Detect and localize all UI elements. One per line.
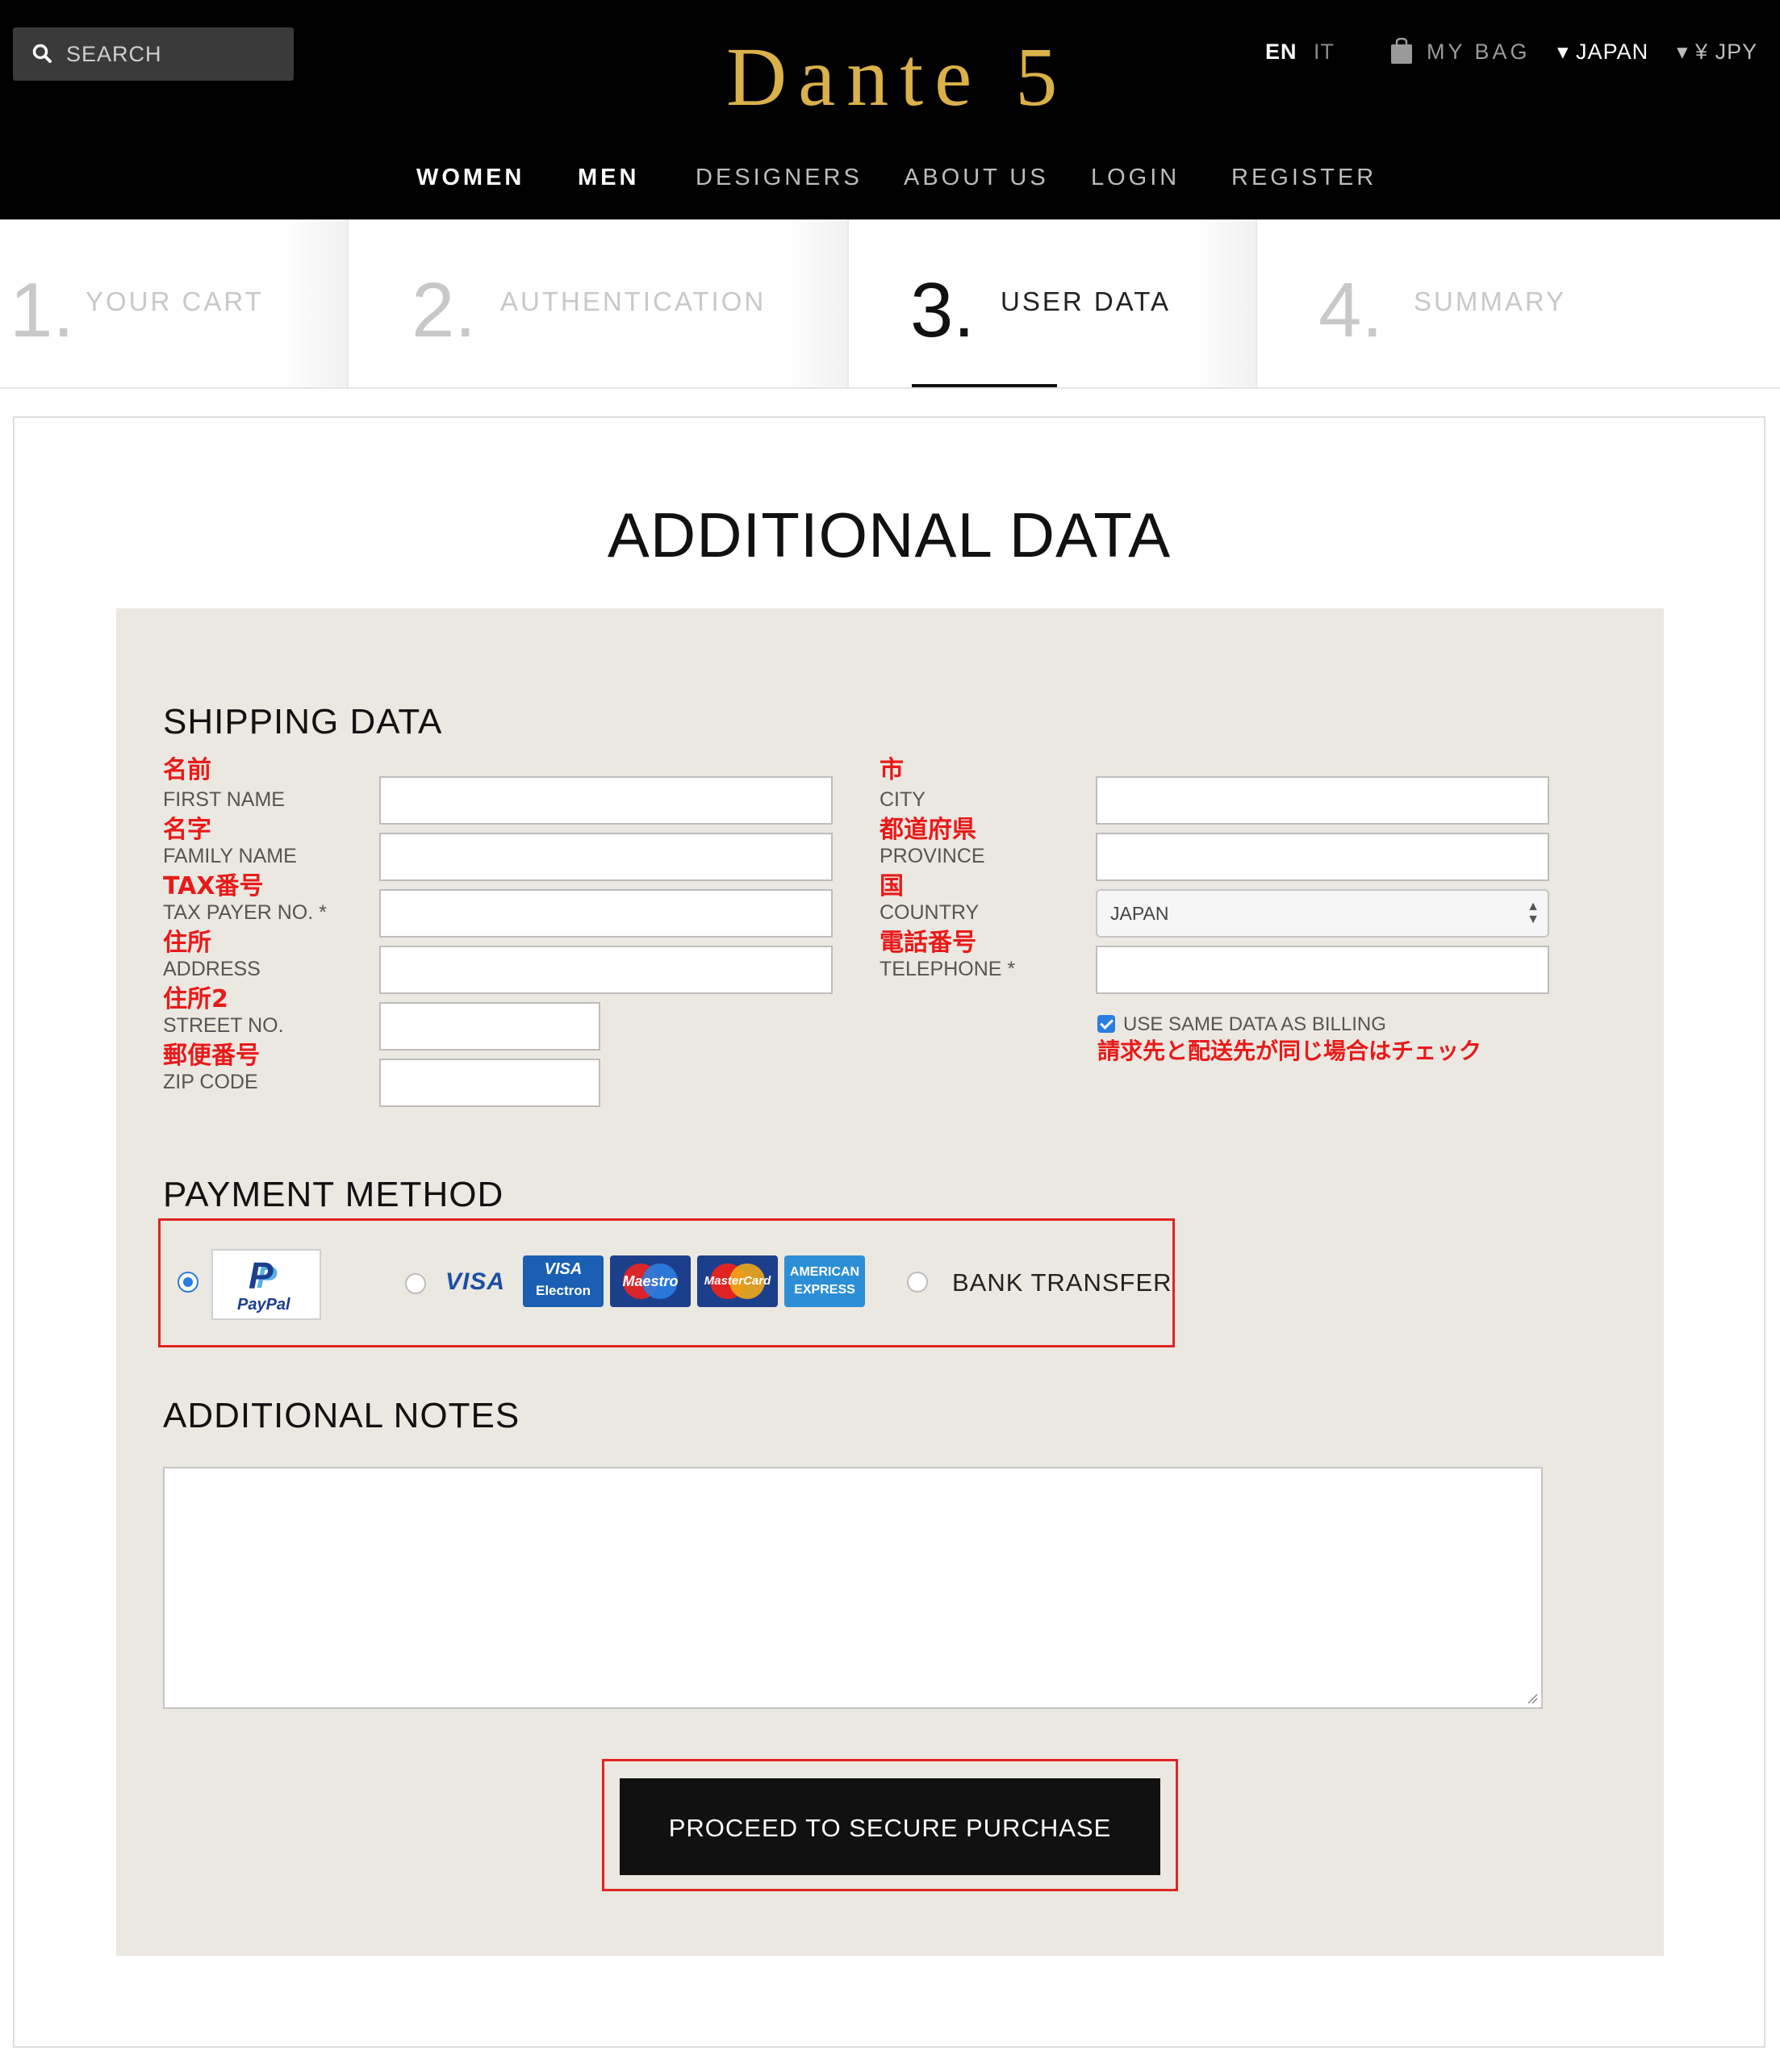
first-name-input[interactable] xyxy=(379,776,833,825)
nav-login[interactable]: LOGIN xyxy=(1091,161,1180,194)
amex-text-2: EXPRESS xyxy=(794,1283,855,1297)
active-step-underline xyxy=(912,384,1057,387)
city-jp-label: 市 xyxy=(880,756,904,784)
payment-method-title: PAYMENT METHOD xyxy=(163,1175,504,1214)
resize-handle-icon[interactable] xyxy=(1527,1693,1538,1704)
province-input[interactable] xyxy=(1096,833,1549,881)
nav-about-us[interactable]: ABOUT US xyxy=(904,161,1049,194)
family-name-input[interactable] xyxy=(379,833,833,881)
nav-men[interactable]: MEN xyxy=(578,161,639,194)
street-no-input[interactable] xyxy=(379,1002,600,1051)
step-4-number: 4. xyxy=(1318,267,1384,353)
mastercard-logo: MasterCard xyxy=(697,1255,778,1307)
step-shadow xyxy=(282,219,347,387)
paypal-text: PayPal xyxy=(237,1296,290,1314)
step-1-number: 1. xyxy=(10,267,75,353)
step-2-number: 2. xyxy=(412,267,477,353)
nav-women[interactable]: WOMEN xyxy=(416,161,524,194)
bank-transfer-label[interactable]: BANK TRANSFER xyxy=(952,1268,1172,1297)
currency-selector[interactable]: ▾ ¥ JPY xyxy=(1677,36,1757,68)
zip-code-input[interactable] xyxy=(379,1059,600,1107)
lang-it-link[interactable]: IT xyxy=(1314,36,1335,68)
visa-logo: VISA xyxy=(445,1268,506,1295)
step-divider xyxy=(1256,219,1257,387)
nav-register[interactable]: REGISTER xyxy=(1231,161,1377,194)
same-billing-checkbox[interactable] xyxy=(1097,1015,1115,1033)
amex-logo: AMERICAN EXPRESS xyxy=(784,1255,865,1307)
same-billing-jp-note: 請求先と配送先が同じ場合はチェック xyxy=(1097,1038,1482,1064)
visa-electron-text: Electron xyxy=(535,1283,591,1298)
visa-electron-visa-text: VISA xyxy=(544,1260,583,1278)
telephone-jp-label: 電話番号 xyxy=(880,929,976,957)
search-input[interactable]: SEARCH xyxy=(66,40,162,68)
mastercard-text: MasterCard xyxy=(704,1274,771,1288)
shipping-data-title: SHIPPING DATA xyxy=(163,702,443,741)
step-divider xyxy=(347,219,349,387)
site-logo[interactable]: Dante 5 xyxy=(726,29,1068,126)
country-selector[interactable]: ▾ JAPAN xyxy=(1557,36,1648,68)
paypal-radio[interactable] xyxy=(178,1272,198,1293)
city-input[interactable] xyxy=(1096,776,1549,825)
step-3-number: 3. xyxy=(910,267,976,353)
form-panel: SHIPPING DATA 名前 FIRST NAME 名字 FAMILY NA… xyxy=(116,608,1664,1956)
step-3-label: USER DATA xyxy=(1001,286,1171,316)
first-name-label: FIRST NAME xyxy=(163,788,285,811)
city-label: CITY xyxy=(880,788,926,811)
nav-designers[interactable]: DESIGNERS xyxy=(696,161,863,194)
telephone-label: TELEPHONE * xyxy=(880,958,1016,980)
step-shadow xyxy=(1191,219,1256,387)
street-no-jp-label: 住所2 xyxy=(163,985,228,1013)
bank-transfer-radio[interactable] xyxy=(907,1272,928,1293)
lang-en-link[interactable]: EN xyxy=(1265,36,1297,68)
family-name-jp-label: 名字 xyxy=(163,816,211,844)
bag-icon[interactable] xyxy=(1389,37,1414,65)
country-select-value: JAPAN xyxy=(1110,903,1169,924)
visa-electron-logo: VISA Electron xyxy=(523,1255,604,1307)
page-title: ADDITIONAL DATA xyxy=(607,499,1172,570)
search-icon xyxy=(32,44,52,63)
address-input[interactable] xyxy=(379,946,833,994)
telephone-input[interactable] xyxy=(1096,946,1549,994)
my-bag-link[interactable]: MY BAG xyxy=(1427,36,1531,68)
step-shadow xyxy=(783,219,847,387)
paypal-logo[interactable]: P P PayPal xyxy=(211,1249,321,1320)
street-no-label: STREET NO. xyxy=(163,1014,284,1037)
maestro-logo: Maestro xyxy=(610,1255,691,1307)
first-name-jp-label: 名前 xyxy=(163,756,211,784)
address-label: ADDRESS xyxy=(163,958,261,980)
zip-code-label: ZIP CODE xyxy=(163,1071,258,1093)
zip-code-jp-label: 郵便番号 xyxy=(163,1042,260,1070)
address-jp-label: 住所 xyxy=(163,929,211,957)
maestro-text: Maestro xyxy=(622,1273,679,1289)
country-jp-label: 国 xyxy=(880,872,904,900)
proceed-button-label: PROCEED TO SECURE PURCHASE xyxy=(668,1814,1112,1842)
province-jp-label: 都道府県 xyxy=(880,816,976,844)
checkout-card: ADDITIONAL DATA SHIPPING DATA 名前 FIRST N… xyxy=(13,416,1765,2048)
step-divider xyxy=(847,219,849,387)
tax-payer-input[interactable] xyxy=(379,889,833,938)
select-arrows-icon: ▲ ▼ xyxy=(1527,900,1540,926)
proceed-to-secure-purchase-button[interactable]: PROCEED TO SECURE PURCHASE xyxy=(620,1778,1160,1875)
province-label: PROVINCE xyxy=(880,845,985,867)
tax-number-jp-label: TAX番号 xyxy=(163,872,264,900)
additional-notes-textarea[interactable] xyxy=(163,1467,1543,1709)
paypal-p-icon: P xyxy=(249,1255,274,1297)
step-1-label[interactable]: YOUR CART xyxy=(86,286,264,318)
step-4-label: SUMMARY xyxy=(1414,286,1567,316)
same-billing-label[interactable]: USE SAME DATA AS BILLING xyxy=(1123,1013,1386,1036)
country-label: COUNTRY xyxy=(880,901,980,924)
family-name-label: FAMILY NAME xyxy=(163,845,297,867)
additional-notes-title: ADDITIONAL NOTES xyxy=(163,1396,520,1435)
amex-text-1: AMERICAN xyxy=(789,1265,860,1279)
country-select[interactable]: JAPAN ▲ ▼ xyxy=(1096,889,1549,938)
credit-card-radio[interactable] xyxy=(405,1273,426,1294)
site-header: SEARCH Dante 5 EN IT MY BAG ▾ JAPAN ▾ ¥ … xyxy=(0,0,1780,219)
search-box[interactable]: SEARCH xyxy=(13,27,294,81)
tax-payer-label: TAX PAYER NO. * xyxy=(163,901,327,924)
checkout-steps: 1. YOUR CART 2. AUTHENTICATION 3. USER D… xyxy=(0,219,1780,389)
step-2-label[interactable]: AUTHENTICATION xyxy=(500,286,766,318)
